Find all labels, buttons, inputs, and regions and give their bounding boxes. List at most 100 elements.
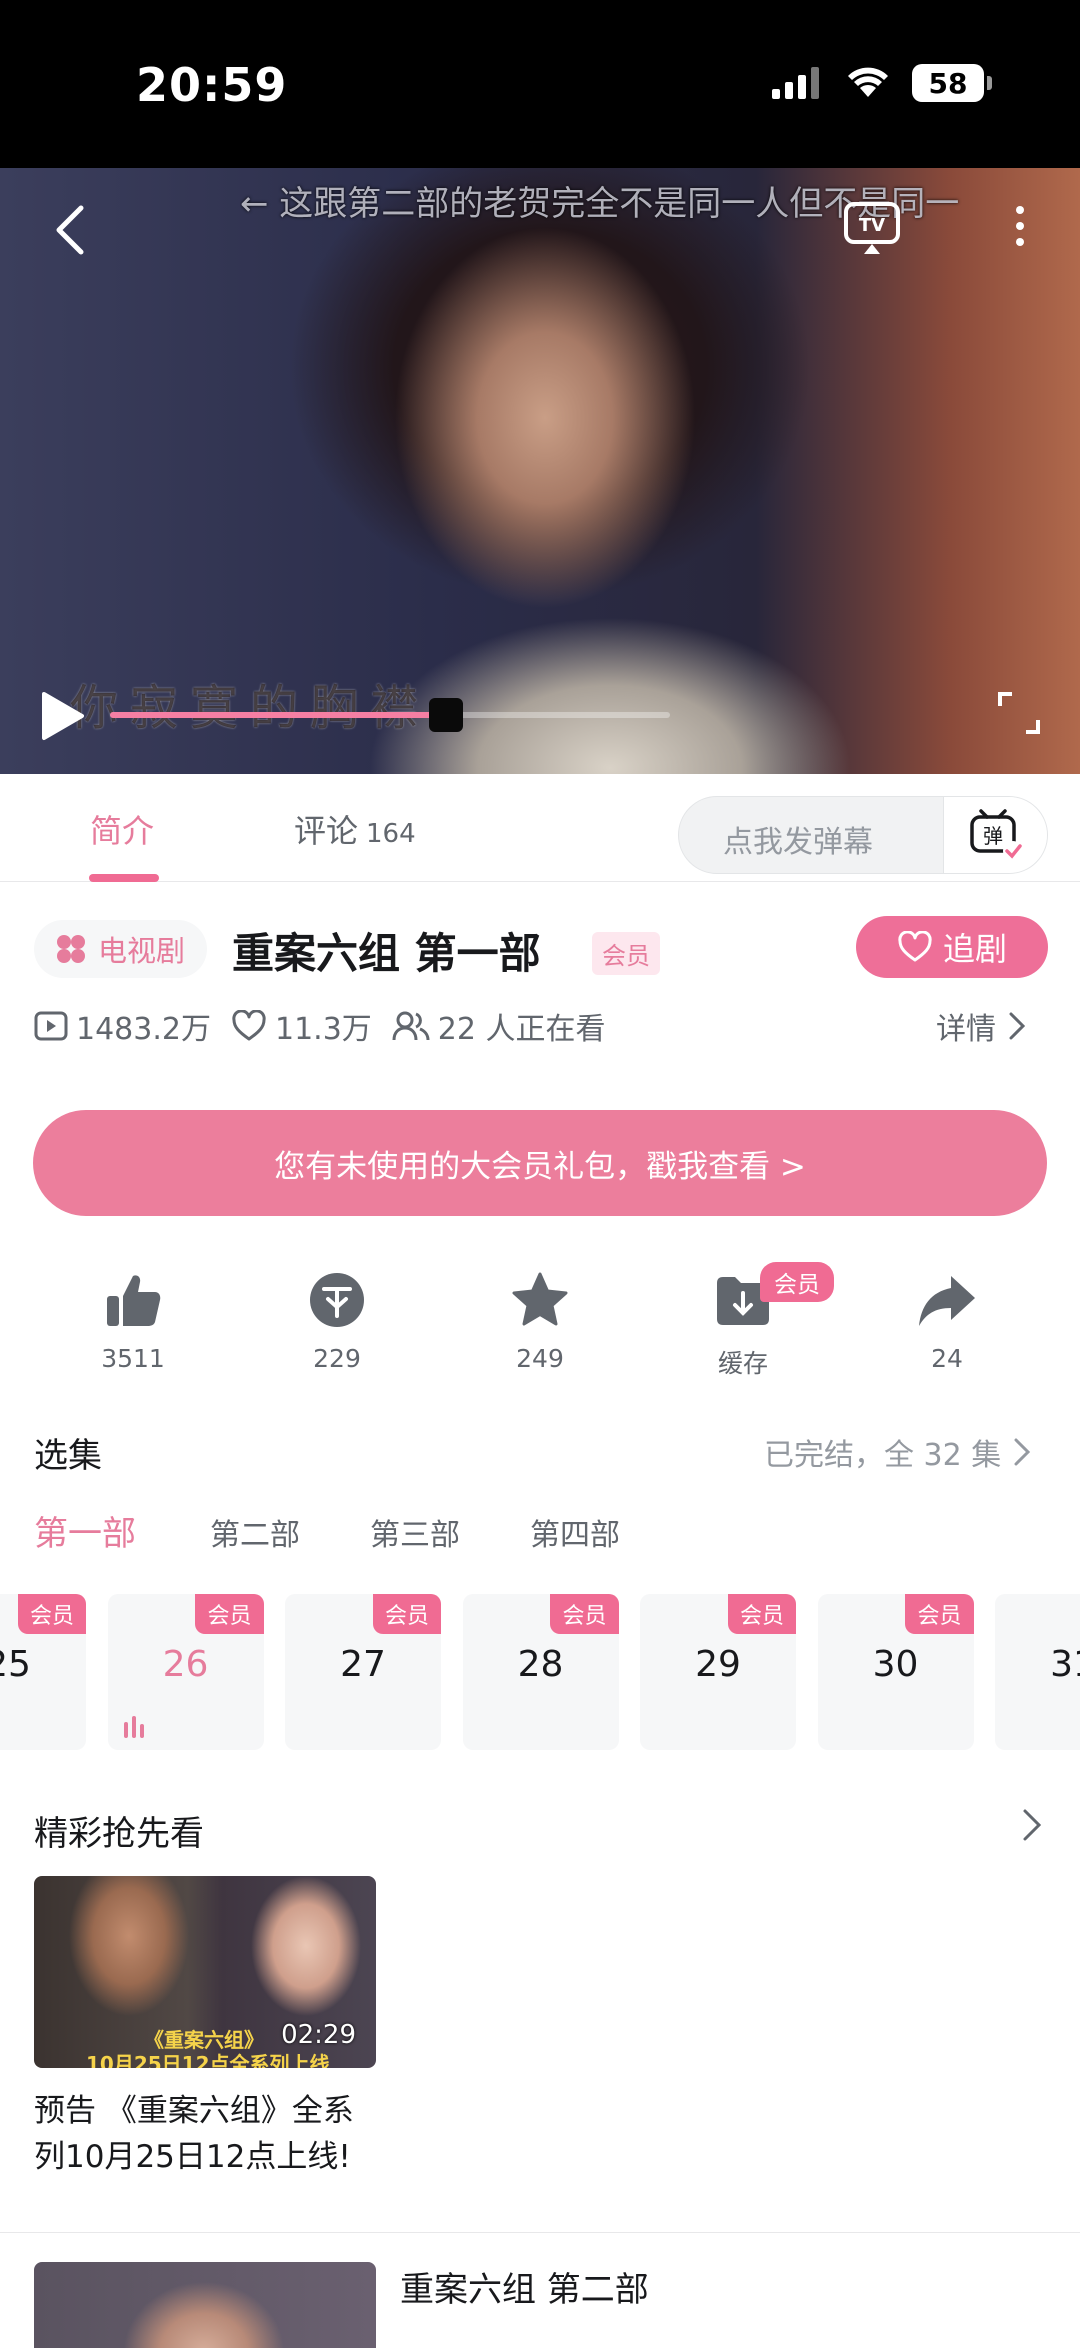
episode-number: 29 (695, 1644, 741, 1685)
episodes-status: 已完结，全 32 集 (764, 1438, 1002, 1473)
show-title: 重案六组 第一部 (232, 929, 541, 978)
danmaku-toggle-icon: 弹 (969, 809, 1023, 861)
episode-item[interactable]: 会员31 (995, 1594, 1080, 1750)
more-options-button[interactable] (1000, 198, 1040, 260)
tab-comments-label: 评论 (294, 812, 359, 850)
video-player[interactable]: ← 这跟第二部的老贺完全不是同一人但不是同一 TV 你寂寞的胸襟 (0, 168, 1080, 774)
coin-button[interactable]: 229 (267, 1260, 407, 1373)
tab-comments[interactable]: 评论 164 (294, 806, 416, 852)
viewers-icon (392, 1011, 430, 1041)
danmaku-input[interactable]: 点我发弹幕 弹 (678, 796, 1048, 874)
action-bar: 3511 229 249 缓存 24 (0, 1260, 1080, 1380)
view-count: 1483.2万 (34, 1004, 211, 1048)
play-button[interactable] (34, 688, 90, 744)
like-count-value: 11.3万 (274, 1012, 372, 1047)
related-series-thumbnail[interactable] (34, 2262, 376, 2348)
video-subtitle: 你寂寞的胸襟 (70, 680, 431, 736)
progress-bar[interactable] (110, 698, 670, 732)
heart-outline-icon (898, 931, 932, 962)
progress-thumb[interactable] (429, 698, 463, 732)
back-button[interactable] (40, 200, 100, 260)
related-series-title[interactable]: 重案六组 第二部 (400, 2262, 649, 2311)
favorite-button[interactable]: 249 (470, 1260, 610, 1373)
category-tag[interactable]: 电视剧 (34, 920, 208, 978)
share-button[interactable]: 24 (877, 1260, 1017, 1373)
star-icon (512, 1272, 568, 1326)
episode-vip-badge: 会员 (905, 1594, 974, 1634)
section-divider (0, 2232, 1080, 2233)
like-button[interactable]: 3511 (63, 1260, 203, 1373)
wifi-icon (848, 67, 888, 97)
thumbs-up-icon (107, 1275, 161, 1326)
watching-count-value: 22 人正在看 (437, 1012, 606, 1047)
danmaku-comment: ← 这跟第二部的老贺完全不是同一人但不是同一 (240, 184, 960, 224)
share-arrow-icon (919, 1276, 975, 1326)
episode-number: 25 (0, 1644, 31, 1685)
status-time: 20:59 (136, 58, 288, 112)
episode-item[interactable]: 会员 29 (640, 1594, 796, 1750)
battery-indicator: 58 (912, 64, 992, 102)
coin-count-label: 229 (313, 1344, 361, 1373)
highlights-more-button[interactable] (1022, 1808, 1042, 1846)
danmaku-placeholder: 点我发弹幕 (723, 825, 873, 860)
vip-tag: 会员 (592, 932, 660, 975)
episode-item[interactable]: 会员 28 (462, 1594, 619, 1750)
details-link[interactable]: 详情 (936, 1004, 1026, 1048)
episode-number: 27 (340, 1644, 386, 1685)
share-count-label: 24 (931, 1344, 963, 1373)
tab-intro[interactable]: 简介 (90, 806, 154, 852)
like-count-label: 3511 (101, 1344, 165, 1373)
stats-row: 1483.2万 11.3万 22 人正在看 (34, 1004, 626, 1048)
progress-fill (110, 712, 446, 718)
favorite-count-label: 249 (516, 1344, 564, 1373)
season-tab-3[interactable]: 第三部 (370, 1510, 460, 1554)
follow-series-button[interactable]: 追剧 (856, 916, 1048, 978)
cast-tv-button[interactable]: TV (840, 198, 910, 260)
episodes-title: 选集 (34, 1436, 102, 1476)
preview-video-thumbnail[interactable]: 《重案六组》 10月25日12点全系列上线 02:29 (34, 1876, 376, 2068)
heart-icon (232, 1010, 266, 1041)
episode-vip-badge: 会员 (550, 1594, 619, 1634)
episode-item[interactable]: 会员 30 (817, 1594, 974, 1750)
chevron-right-icon (1009, 1012, 1026, 1040)
fullscreen-icon (998, 692, 1040, 734)
danmaku-toggle-button[interactable]: 弹 (943, 797, 1047, 873)
highlights-title: 精彩抢先看 (34, 1814, 204, 1854)
comments-count: 164 (366, 819, 416, 849)
episode-vip-badge: 会员 (727, 1594, 796, 1634)
episode-vip-badge: 会员 (17, 1594, 86, 1634)
status-icons: 58 (772, 64, 992, 102)
episode-item[interactable]: 会员 26 (107, 1594, 264, 1750)
episode-vip-badge: 会员 (195, 1594, 264, 1634)
tv-cast-icon: TV (844, 202, 900, 254)
chevron-left-icon (56, 205, 84, 255)
category-label: 电视剧 (98, 934, 186, 968)
episode-number: 31 (1050, 1644, 1080, 1685)
episode-vip-badge: 会员 (372, 1594, 441, 1634)
season-tab-4[interactable]: 第四部 (530, 1510, 620, 1554)
play-icon (42, 692, 84, 740)
video-duration: 02:29 (281, 2020, 356, 2050)
vip-gift-banner[interactable]: 您有未使用的大会员礼包，戳我查看 > (33, 1110, 1047, 1216)
svg-text:TV: TV (859, 215, 885, 236)
view-count-value: 1483.2万 (76, 1012, 211, 1047)
play-count-icon (34, 1011, 68, 1041)
content-tabs: 简介 评论 164 点我发弹幕 弹 (0, 774, 1080, 882)
preview-video-title[interactable]: 预告 《重案六组》全系列10月25日12点上线! (34, 2088, 374, 2180)
like-count: 11.3万 (231, 1004, 372, 1048)
episode-list: 会员 25 会员 26 会员 27 会员 28 会员 29 会员 30 会员31 (0, 1594, 1080, 1750)
details-label: 详情 (936, 1012, 996, 1047)
cache-vip-badge: 会员 (760, 1262, 834, 1302)
episode-item[interactable]: 会员 25 (0, 1594, 86, 1750)
cellular-signal-icon (772, 67, 819, 99)
episode-item[interactable]: 会员 27 (285, 1594, 441, 1750)
fullscreen-button[interactable] (994, 688, 1044, 738)
clover-icon (57, 935, 85, 963)
follow-label: 追剧 (942, 930, 1007, 968)
episode-number: 30 (872, 1644, 919, 1685)
season-tab-2[interactable]: 第二部 (210, 1510, 300, 1554)
season-tab-1[interactable]: 第一部 (34, 1506, 136, 1555)
episodes-status-link[interactable]: 已完结，全 32 集 (764, 1430, 1031, 1474)
cache-label: 缓存 (717, 1349, 768, 1378)
more-vertical-icon (1016, 206, 1024, 246)
